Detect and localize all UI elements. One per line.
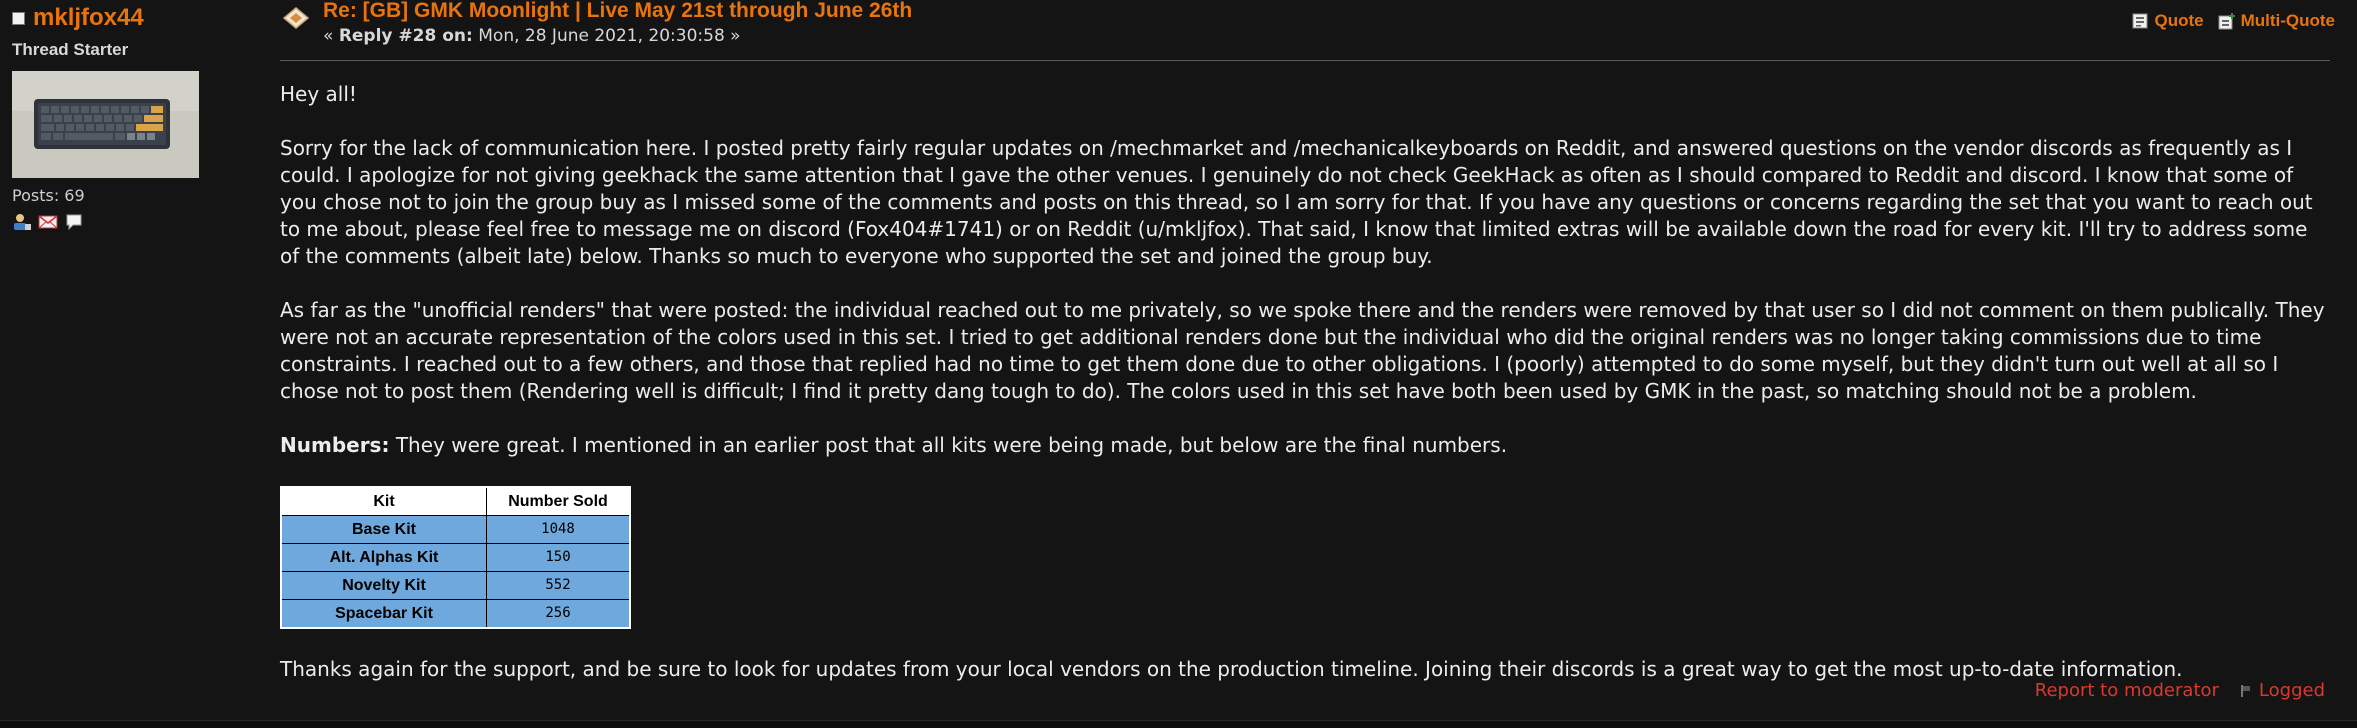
table-row: Base Kit 1048 xyxy=(280,515,631,544)
offline-status-icon xyxy=(12,11,25,25)
reply-number[interactable]: Reply #28 on: xyxy=(339,26,473,46)
header-divider xyxy=(280,60,2330,61)
poster-group: Thread Starter xyxy=(12,40,129,59)
greeting: Hey all! xyxy=(280,82,357,106)
paragraph-renders: As far as the "unofficial renders" that … xyxy=(280,298,2325,403)
table-row: Alt. Alphas Kit 150 xyxy=(280,543,631,572)
poster-username[interactable]: mkljfox44 xyxy=(33,4,144,32)
post-count: Posts: 69 xyxy=(12,186,85,205)
post-date: Mon, 28 June 2021, 20:30:58 » xyxy=(472,26,741,46)
email-icon[interactable] xyxy=(38,212,58,232)
multi-quote-button[interactable]: Multi-Quote xyxy=(2218,11,2335,31)
report-to-moderator-link[interactable]: Report to moderator xyxy=(2035,680,2219,701)
poster-name-row: mkljfox44 xyxy=(12,2,144,34)
numbers-text: They were great. I mentioned in an earli… xyxy=(389,433,1508,457)
kit-name: Alt. Alphas Kit xyxy=(280,543,487,572)
post-buttons: Quote Multi-Quote xyxy=(2131,11,2335,31)
multi-quote-icon xyxy=(2218,13,2235,30)
paragraph-communication: Sorry for the lack of communication here… xyxy=(280,136,2313,268)
kit-name: Novelty Kit xyxy=(280,571,487,600)
table-row: Spacebar Kit 256 xyxy=(280,599,631,629)
kit-number-sold: 1048 xyxy=(486,515,631,544)
kit-number-sold: 150 xyxy=(486,543,631,572)
column-header-number-sold: Number Sold xyxy=(486,486,631,516)
post-icon xyxy=(282,7,310,29)
profile-icon[interactable] xyxy=(12,212,32,232)
sales-table: Kit Number Sold Base Kit 1048 Alt. Alpha… xyxy=(280,486,631,629)
forum-post: mkljfox44 Thread Starter Posts: 69 Re: [… xyxy=(0,0,2357,720)
post-subject[interactable]: Re: [GB] GMK Moonlight | Live May 21st t… xyxy=(323,0,912,23)
paragraph-numbers: Numbers: They were great. I mentioned in… xyxy=(280,432,2330,459)
kit-name: Spacebar Kit xyxy=(280,599,487,629)
keyboard-image xyxy=(12,71,199,178)
paragraph-closing: Thanks again for the support, and be sur… xyxy=(280,657,2183,681)
multi-quote-label: Multi-Quote xyxy=(2240,11,2335,30)
meta-prefix: « xyxy=(323,26,339,46)
logged-indicator: Logged xyxy=(2239,680,2325,701)
post-meta: « Reply #28 on: Mon, 28 June 2021, 20:30… xyxy=(323,26,741,46)
kit-number-sold: 256 xyxy=(486,599,631,629)
quote-label: Quote xyxy=(2154,11,2204,30)
quote-button[interactable]: Quote xyxy=(2131,11,2204,31)
kit-number-sold: 552 xyxy=(486,571,631,600)
profile-icons xyxy=(12,212,84,232)
numbers-label: Numbers: xyxy=(280,433,390,457)
post-body: Hey all! Sorry for the lack of communica… xyxy=(280,81,2330,710)
quote-icon xyxy=(2132,13,2148,29)
post-footer: Report to moderator Logged xyxy=(2035,680,2325,701)
kit-name: Base Kit xyxy=(280,515,487,544)
column-header-kit: Kit xyxy=(280,486,487,516)
avatar xyxy=(12,71,199,178)
table-row: Novelty Kit 552 xyxy=(280,571,631,600)
logged-label: Logged xyxy=(2258,680,2325,701)
ip-logged-icon xyxy=(2240,684,2250,697)
table-header-row: Kit Number Sold xyxy=(280,486,631,516)
message-icon[interactable] xyxy=(64,212,84,232)
